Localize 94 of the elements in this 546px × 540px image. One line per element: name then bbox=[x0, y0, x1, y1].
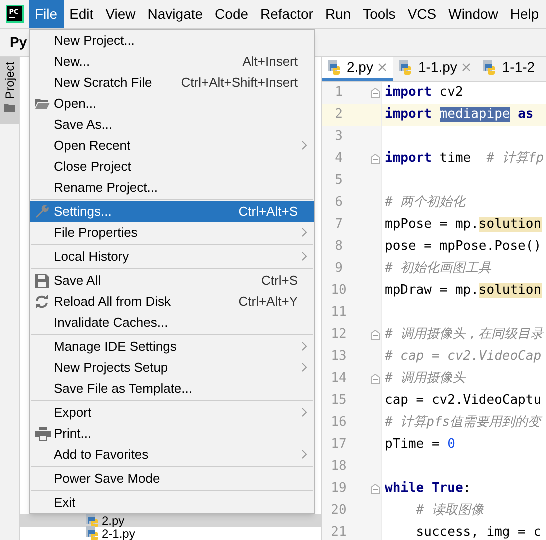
menu-item[interactable]: Open Recent bbox=[30, 135, 314, 156]
code-text: import mediapipe as bbox=[384, 106, 534, 124]
menu-item[interactable]: New Scratch File Ctrl+Alt+Shift+Insert bbox=[30, 72, 314, 93]
python-file-icon bbox=[86, 526, 100, 540]
line-number: 12 bbox=[330, 326, 348, 344]
close-icon[interactable] bbox=[462, 63, 472, 72]
editor-tab[interactable]: 2.py bbox=[322, 57, 394, 81]
line-number: 3 bbox=[334, 128, 344, 146]
menu-item[interactable]: File Properties bbox=[30, 222, 314, 243]
menu-item[interactable]: Save All Ctrl+S bbox=[30, 270, 314, 291]
code-text: pose = mpPose.Pose() bbox=[384, 238, 542, 256]
menu-item[interactable]: Add to Favorites bbox=[30, 444, 314, 465]
python-file-icon bbox=[328, 60, 342, 75]
code-text: import time # 计算fp bbox=[384, 150, 544, 168]
python-file-icon bbox=[399, 60, 414, 75]
line-number: 19 bbox=[330, 480, 348, 498]
code-text: mpDraw = mp.solution bbox=[384, 282, 542, 300]
line-number: 17 bbox=[330, 436, 348, 454]
line-number: 20 bbox=[330, 502, 348, 520]
code-text: mpPose = mp.solution bbox=[384, 216, 542, 234]
shortcut-label: Ctrl+Alt+Y bbox=[238, 292, 299, 311]
editor-tab[interactable]: 1-1.py bbox=[393, 57, 478, 81]
menu-item[interactable]: Save As... bbox=[30, 114, 314, 135]
folder-icon bbox=[4, 103, 15, 112]
code-text: # cap = cv2.VideoCap bbox=[384, 348, 542, 366]
wrench-icon bbox=[35, 204, 50, 219]
menu-bar-item[interactable]: Tools bbox=[357, 0, 402, 28]
menu-item[interactable]: Open... bbox=[30, 93, 314, 114]
line-number: 14 bbox=[330, 370, 348, 388]
menu-item[interactable]: Close Project bbox=[30, 156, 314, 177]
menu-bar-item[interactable]: Code bbox=[209, 0, 255, 28]
shortcut-label: Ctrl+S bbox=[262, 272, 299, 290]
code-text: cap = cv2.VideoCaptu bbox=[384, 392, 542, 410]
line-number: 13 bbox=[330, 348, 348, 366]
menu-item[interactable]: New Projects Setup bbox=[30, 357, 314, 378]
menu-item[interactable]: New Project... bbox=[30, 30, 314, 51]
menu-item[interactable]: Exit bbox=[30, 492, 314, 513]
line-number: 21 bbox=[330, 524, 348, 540]
line-number: 6 bbox=[334, 194, 344, 212]
line-number: 11 bbox=[330, 304, 348, 322]
menu-item[interactable]: Power Save Mode bbox=[30, 468, 314, 489]
line-number: 15 bbox=[330, 392, 348, 410]
project-tool-tab[interactable]: Project bbox=[0, 57, 19, 124]
shortcut-label: Ctrl+Alt+Shift+Insert bbox=[181, 74, 299, 92]
line-number: 7 bbox=[334, 216, 344, 234]
line-number: 1 bbox=[334, 84, 344, 102]
menu-bar-item[interactable]: Window bbox=[442, 0, 504, 28]
menu-item[interactable]: Local History bbox=[30, 246, 314, 267]
menu-item[interactable]: Print... bbox=[30, 423, 314, 444]
line-number: 2 bbox=[334, 106, 344, 124]
line-number: 4 bbox=[334, 150, 344, 168]
code-text: # 初始化画图工具 bbox=[384, 260, 492, 278]
code-text: import cv2 bbox=[384, 84, 464, 102]
code-text: # 计算pfs值需要用到的变 bbox=[384, 414, 542, 432]
menu-item[interactable]: Save File as Template... bbox=[30, 378, 314, 399]
code-text: # 调用摄像头 bbox=[384, 370, 466, 388]
menu-bar-item[interactable]: File bbox=[29, 0, 64, 28]
menu-item[interactable]: Manage IDE Settings bbox=[30, 336, 314, 357]
line-number: 9 bbox=[334, 260, 344, 278]
menu-item[interactable]: Invalidate Caches... bbox=[30, 312, 314, 333]
close-icon[interactable] bbox=[378, 63, 388, 72]
code-text: # 读取图像 bbox=[415, 502, 484, 520]
line-number: 5 bbox=[334, 172, 344, 190]
editor-tab[interactable]: 1-1-2 bbox=[477, 57, 542, 81]
menu-bar-item[interactable]: VCS bbox=[402, 0, 443, 28]
python-file-icon bbox=[483, 60, 498, 75]
project-name[interactable]: Py bbox=[10, 32, 28, 53]
menu-item[interactable]: New... Alt+Insert bbox=[30, 51, 314, 72]
code-text: while True: bbox=[384, 480, 472, 498]
menu-bar-item[interactable]: Edit bbox=[64, 0, 100, 28]
menu-bar-item[interactable]: View bbox=[100, 0, 142, 28]
code-text: # 调用摄像头，在同级目录 bbox=[384, 326, 544, 344]
menu-bar-item[interactable]: Help bbox=[504, 0, 546, 28]
line-number: 10 bbox=[330, 282, 348, 300]
tree-item[interactable]: 2.py bbox=[20, 514, 321, 527]
menu-item[interactable]: Rename Project... bbox=[30, 177, 314, 198]
printer-icon bbox=[35, 426, 51, 440]
line-number: 8 bbox=[334, 238, 344, 256]
menu-bar-item[interactable]: Run bbox=[319, 0, 358, 28]
shortcut-label: Ctrl+Alt+S bbox=[238, 202, 299, 221]
tab-label: Project bbox=[2, 62, 18, 100]
shortcut-label: Alt+Insert bbox=[242, 52, 299, 71]
menu-item[interactable]: Reload All from Disk Ctrl+Alt+Y bbox=[30, 291, 314, 312]
code-text: # 两个初始化 bbox=[384, 194, 466, 212]
menu-bar-item[interactable]: Navigate bbox=[142, 0, 210, 28]
menu-item[interactable]: Export bbox=[30, 402, 314, 423]
menu-bar-item[interactable]: Refactor bbox=[254, 0, 320, 28]
reload-icon bbox=[35, 294, 49, 308]
folder-icon bbox=[35, 98, 50, 109]
code-text: pTime = 0 bbox=[384, 436, 456, 454]
line-number: 18 bbox=[330, 458, 348, 476]
line-number: 16 bbox=[330, 414, 348, 432]
menu-item[interactable]: Settings... Ctrl+Alt+S bbox=[30, 201, 314, 222]
code-text: success, img = c bbox=[415, 524, 542, 540]
